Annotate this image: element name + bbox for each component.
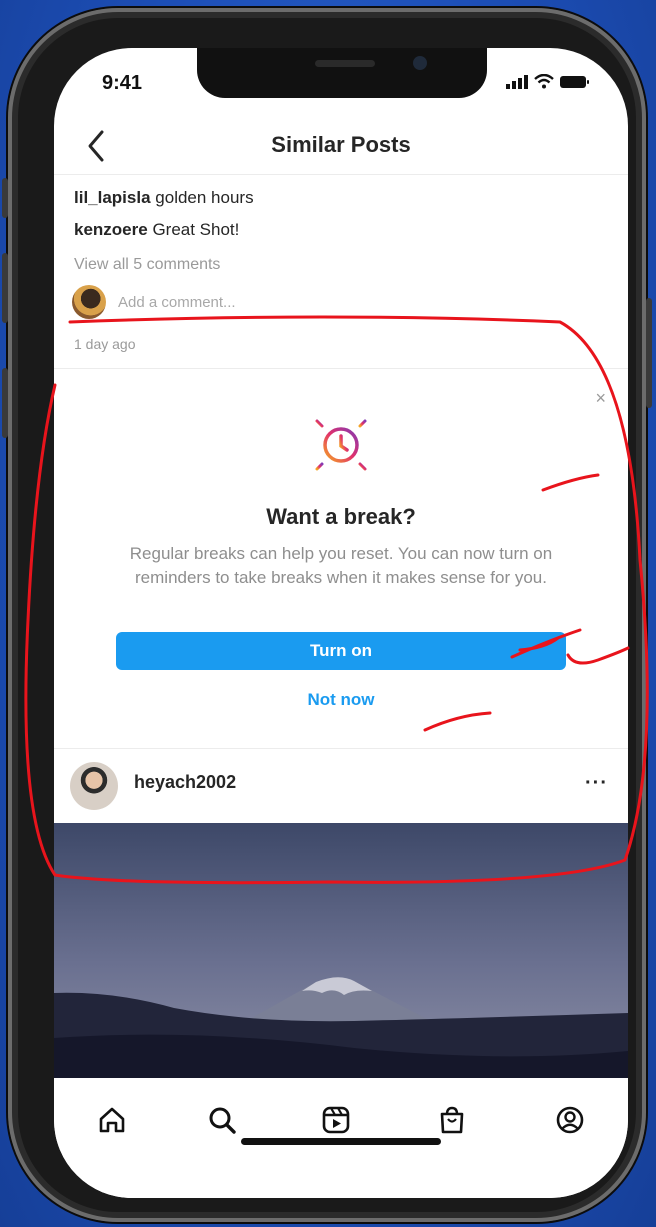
comment-2: kenzoere Great Shot! [74,220,239,240]
not-now-button[interactable]: Not now [54,690,628,710]
comment-1: lil_lapisla golden hours [74,188,254,208]
divider [54,368,628,369]
speaker [315,60,375,67]
nav-home[interactable] [92,1100,132,1140]
nav-search[interactable] [202,1100,242,1140]
volume-down-button [2,368,8,438]
home-indicator[interactable] [241,1138,441,1145]
signal-icon [506,74,528,89]
post-image[interactable] [54,823,628,1078]
phone-screen: 9:41 Similar Posts lil_lapisla golden ho… [54,48,628,1198]
phone-frame: 9:41 Similar Posts lil_lapisla golden ho… [2,8,652,1222]
more-options-icon[interactable]: ··· [585,772,608,795]
profile-icon [556,1106,584,1134]
status-time: 9:41 [102,72,143,94]
avatar[interactable] [70,762,118,810]
search-icon [209,1107,236,1134]
post-header: heyach2002 ··· [54,748,628,816]
front-camera [413,56,427,70]
avatar [72,285,106,319]
shop-icon [440,1106,464,1134]
post-username[interactable]: heyach2002 [134,772,236,793]
comment-1-text: golden hours [155,188,254,207]
comment-2-user[interactable]: kenzoere [74,220,148,239]
turn-on-button[interactable]: Turn on [116,632,566,670]
mute-switch [2,178,8,218]
wifi-icon [534,74,554,89]
battery-icon [560,75,589,88]
nav-profile[interactable] [550,1100,590,1140]
nav-reels[interactable] [316,1100,356,1140]
comment-2-text: Great Shot! [152,220,240,239]
comment-1-user[interactable]: lil_lapisla [74,188,151,207]
clock-icon [304,408,378,482]
view-all-comments-link[interactable]: View all 5 comments [74,256,220,274]
add-comment-input[interactable]: Add a comment... [118,294,236,311]
notch [197,48,487,98]
reels-icon [322,1106,350,1134]
add-comment-row[interactable]: Add a comment... [72,285,236,319]
close-icon[interactable]: × [595,388,606,409]
post-timestamp: 1 day ago [74,336,136,352]
break-card-body: Regular breaks can help you reset. You c… [129,544,553,587]
page-title: Similar Posts [271,132,411,157]
top-bar: Similar Posts [54,118,628,175]
power-button [646,298,652,408]
home-icon [99,1107,125,1133]
break-card-title: Want a break? [266,504,416,529]
volume-up-button [2,253,8,323]
status-icons [506,74,590,89]
nav-shop[interactable] [432,1100,472,1140]
